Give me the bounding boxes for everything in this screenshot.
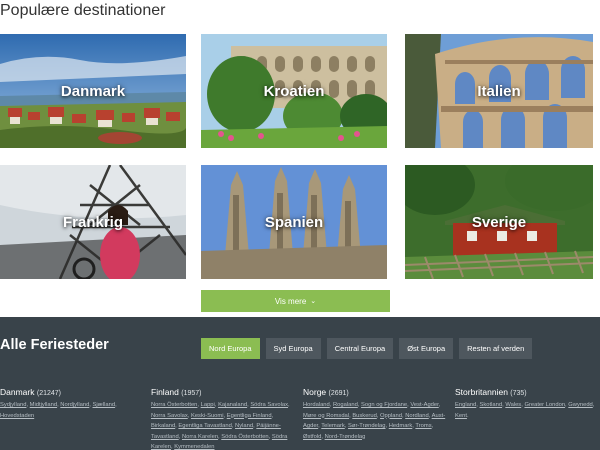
region-link[interactable]: Södra Österbotten	[221, 434, 268, 440]
country-name[interactable]: Norge	[303, 387, 326, 397]
tab-resten-af-verden[interactable]: Resten af verden	[459, 338, 533, 359]
region-link[interactable]: Hedmark	[389, 423, 413, 429]
region-link[interactable]: Sør-Trøndelag	[348, 423, 385, 429]
country-heading: Finland (1957)	[151, 387, 296, 397]
region-links: Sydjylland, Midtjylland, Nordjylland, Sj…	[0, 402, 117, 419]
tab-syd-europa[interactable]: Syd Europa	[265, 338, 321, 359]
region-link[interactable]: Egentliga Finland	[227, 413, 272, 419]
region-link[interactable]: Midtjylland	[30, 402, 57, 408]
region-link[interactable]: Østfold	[303, 434, 321, 440]
all-destinations-title: Alle Feriesteder	[0, 337, 109, 353]
region-link[interactable]: Vest-Agder	[410, 402, 438, 408]
region-link[interactable]: Hordaland	[303, 402, 330, 408]
destination-label: Frankrig	[62, 213, 123, 231]
region-link[interactable]: Nordjylland	[60, 402, 89, 408]
destination-tile-spanien[interactable]: Spanien	[201, 165, 387, 279]
region-link[interactable]: Sydjylland	[0, 402, 26, 408]
region-link[interactable]: Norra Österbotten	[151, 402, 197, 408]
region-link[interactable]: Norra Karelen	[182, 434, 218, 440]
tab-ost-europa[interactable]: Øst Europa	[399, 338, 454, 359]
region-link[interactable]: Södra Savolax	[250, 402, 288, 408]
region-link[interactable]: Egentliga Tavastland	[178, 423, 231, 429]
country-count: (21247)	[36, 390, 61, 397]
all-destinations-section: Alle Feriesteder Nord Europa Syd Europa …	[0, 317, 600, 450]
country-name[interactable]: Danmark	[0, 387, 34, 397]
region-link[interactable]: Telemark	[321, 423, 345, 429]
region-link[interactable]: Norra Savolax	[151, 413, 188, 419]
country-heading: Danmark (21247)	[0, 387, 145, 397]
destination-label: Danmark	[60, 82, 126, 100]
region-link[interactable]: Skotland	[480, 402, 503, 408]
page-title: Populære destinationer	[0, 2, 166, 19]
region-links: England, Skotland, Wales, Greater London…	[455, 402, 595, 419]
region-tabs: Nord Europa Syd Europa Central Europa Øs…	[201, 338, 533, 359]
region-link[interactable]: Kymmenedalen	[174, 444, 214, 450]
region-link[interactable]: Rogaland	[333, 402, 358, 408]
destination-grid: Danmark Kroatien Italien Frankrig Spanie…	[0, 34, 600, 280]
destination-label: Sverige	[471, 213, 527, 231]
destination-label: Italien	[477, 82, 521, 100]
region-link[interactable]: Møre og Romsdal	[303, 413, 349, 419]
region-link[interactable]: Sogn og Fjordane	[361, 402, 407, 408]
region-link[interactable]: Greater London	[524, 402, 565, 408]
region-link[interactable]: Birkaland	[151, 423, 175, 429]
region-link[interactable]: Nord-Trøndelag	[325, 434, 366, 440]
show-more-button[interactable]: Vis mere ⌄	[201, 290, 390, 312]
region-link[interactable]: Oppland	[380, 413, 402, 419]
country-column-finland: Finland (1957) Norra Österbotten, Lappi,…	[151, 387, 296, 450]
country-heading: Norge (2691)	[303, 387, 448, 397]
region-links: Hordaland, Rogaland, Sogn og Fjordane, V…	[303, 402, 446, 440]
region-link[interactable]: Keski-Suomi	[191, 413, 224, 419]
region-link[interactable]: Troms	[415, 423, 431, 429]
destination-tile-danmark[interactable]: Danmark	[0, 34, 186, 148]
country-name[interactable]: Storbritannien	[455, 387, 508, 397]
region-link[interactable]: Nyland	[235, 423, 253, 429]
region-link[interactable]: Wales	[505, 402, 521, 408]
region-links: Norra Österbotten, Lappi, Kajanaland, Sö…	[151, 402, 290, 450]
region-link[interactable]: Buskerud	[352, 413, 377, 419]
country-name[interactable]: Finland	[151, 387, 179, 397]
country-count: (1957)	[181, 390, 202, 397]
chevron-down-icon: ⌄	[310, 298, 317, 305]
region-link[interactable]: Gwynedd	[568, 402, 593, 408]
destination-tile-italien[interactable]: Italien	[405, 34, 593, 148]
region-link[interactable]: Kent	[455, 413, 467, 419]
destination-tile-kroatien[interactable]: Kroatien	[201, 34, 387, 148]
region-link[interactable]: Kajanaland	[218, 402, 247, 408]
destination-tile-frankrig[interactable]: Frankrig	[0, 165, 186, 279]
region-link[interactable]: Lappi	[201, 402, 215, 408]
country-count: (2691)	[328, 390, 349, 397]
destination-tile-sverige[interactable]: Sverige	[405, 165, 593, 279]
region-link[interactable]: Nordland	[405, 413, 429, 419]
region-link[interactable]: England	[455, 402, 476, 408]
country-column-danmark: Danmark (21247) Sydjylland, Midtjylland,…	[0, 387, 145, 421]
destination-label: Spanien	[264, 213, 324, 231]
destination-label: Kroatien	[263, 82, 325, 100]
region-link[interactable]: Hovedstaden	[0, 413, 34, 419]
tab-central-europa[interactable]: Central Europa	[326, 338, 394, 359]
region-link[interactable]: Sjælland	[93, 402, 116, 408]
country-column-norge: Norge (2691) Hordaland, Rogaland, Sogn o…	[303, 387, 448, 442]
country-count: (735)	[510, 390, 527, 397]
country-column-storbritannien: Storbritannien (735) England, Skotland, …	[455, 387, 600, 421]
show-more-label: Vis mere	[274, 296, 307, 306]
tab-nord-europa[interactable]: Nord Europa	[201, 338, 260, 359]
country-heading: Storbritannien (735)	[455, 387, 600, 397]
